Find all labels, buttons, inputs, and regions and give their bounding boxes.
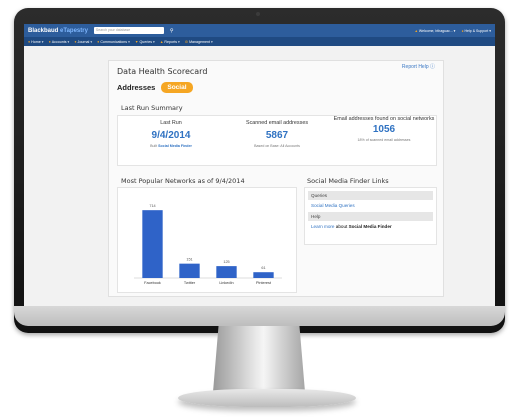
scorecard-tabs: Addresses Social [117,82,193,93]
finder-links-card: Queries Social Media Queries Help Learn … [304,187,437,245]
bar-facebook[interactable] [142,210,163,278]
queries-row: Social Media Queries [308,200,433,211]
brand-logo[interactable]: Blackbaud eTapestry [28,28,88,34]
nav-item-journal[interactable]: ●Journal▾ [74,40,92,44]
tick-label-facebook: Facebook [144,281,161,285]
chevron-down-icon: ▾ [41,39,44,44]
about-text: about [335,224,348,229]
finder-links-title: Social Media Finder Links [307,177,389,185]
chevron-down-icon: ▾ [128,39,130,44]
monitor-base [178,389,356,407]
camera-dot [256,12,260,16]
nav-label: Accounts [51,39,67,44]
accounts-icon: ● [48,39,51,44]
data-label-linkedin: 125 [223,260,229,264]
chevron-down-icon: ▾ [211,39,213,44]
finder-help-link[interactable]: Social Media Finder [349,224,392,229]
social-media-queries-link[interactable]: Social Media Queries [311,203,355,208]
chevron-down-icon: ▾ [178,39,180,44]
brand-product: eTapestry [60,27,88,34]
bar-linkedin[interactable] [216,266,237,278]
bar-twitter[interactable] [179,263,200,278]
tick-label-twitter: Twitter [184,281,196,285]
tab-social[interactable]: Social [161,82,193,93]
journal-icon: ● [74,39,77,44]
nav-label: Management [189,39,211,44]
nav-item-queries[interactable]: ▼Queries▾ [135,40,155,44]
chevron-down-icon: ▾ [67,39,70,44]
scanned-value: 5867 [265,130,289,141]
last-run-note: Built Social Media Finder [118,144,224,148]
found-value: 1056 [372,124,396,135]
page-title: Data Health Scorecard [117,67,208,76]
nav-label: Communications [100,39,128,44]
help-support-menu[interactable]: Help & Support ▾ [461,29,491,33]
scanned-note: Based on Base: All Accounts [254,144,300,148]
nav-label: Home [31,39,41,44]
popular-networks-chart: 714 Facebook 151 Twitter 125 LinkedIn 61 Pinter… [117,187,297,293]
brand-name: Blackbaud [28,27,59,34]
monitor-bezel: Blackbaud eTapestry Search your database… [14,8,505,333]
queries-icon: ▼ [134,39,139,44]
found-stat: Email addresses found on social networks… [331,116,437,142]
monitor-chin [14,306,505,326]
last-run-label: Last Run [160,120,182,126]
data-label-pinterest: 61 [261,266,265,270]
learn-more-link[interactable]: Learn more [311,224,335,229]
chevron-down-icon: ▾ [90,39,93,44]
nav-item-reports[interactable]: ▲Reports▾ [160,40,180,44]
popular-networks-title: Most Popular Networks as of 9/4/2014 [121,177,245,185]
tick-label-linkedin: LinkedIn [219,281,233,285]
report-help-link[interactable]: Report Help ⓘ [402,63,435,70]
summary-title: Last Run Summary [121,104,183,112]
data-label-facebook: 714 [149,204,155,208]
data-label-twitter: 151 [186,258,192,262]
bar-pinterest[interactable] [253,272,274,278]
help-header: Help [308,212,433,221]
last-run-stat: Last Run 9/4/2014 Built Social Media Fin… [118,120,224,148]
help-row: Learn more about Social Media Finder [308,221,433,232]
search-icon[interactable]: ⚲ [170,28,174,34]
top-bar: Blackbaud eTapestry Search your database… [24,24,495,37]
nav-item-home[interactable]: ●Home▾ [28,40,44,44]
nav-item-management[interactable]: ⚙Management▾ [185,40,213,44]
home-icon: ● [28,39,31,44]
queries-header: Queries [308,191,433,200]
tick-label-pinterest: Pinterest [256,281,272,285]
tab-addresses[interactable]: Addresses [117,83,155,92]
nav-label: Journal [77,39,90,44]
scanned-label: Scanned email addresses [245,120,309,126]
nav-label: Reports [164,39,178,44]
social-media-finder-link[interactable]: Social Media Finder [158,144,192,148]
bar-chart-svg: 714 Facebook 151 Twitter 125 LinkedIn 61 Pinter… [134,204,282,285]
welcome-menu[interactable]: Welcome, bthaguac... ▾ [414,29,456,33]
communications-icon: ● [97,39,100,44]
screen: Blackbaud eTapestry Search your database… [24,24,495,316]
found-label: Email addresses found on social networks [333,116,435,122]
monitor-stand [213,326,305,392]
nav-label: Queries [139,39,153,44]
last-run-value: 9/4/2014 [151,130,191,141]
nav-item-accounts[interactable]: ●Accounts▾ [49,40,70,44]
nav-item-communications[interactable]: ●Communications▾ [97,40,130,44]
search-input[interactable]: Search your database [93,27,164,34]
main-nav: ●Home▾ ●Accounts▾ ●Journal▾ ●Communicati… [24,37,495,46]
chevron-down-icon: ▾ [153,39,155,44]
scanned-stat: Scanned email addresses 5867 Based on Ba… [224,120,330,148]
found-note: 18% of scanned email addresses [357,138,411,142]
scorecard-panel: Data Health Scorecard Report Help ⓘ Addr… [108,60,444,297]
reports-icon: ▲ [159,39,164,44]
management-icon: ⚙ [184,39,189,44]
summary-card: Last Run 9/4/2014 Built Social Media Fin… [117,115,437,166]
last-run-note-prefix: Built [150,144,158,148]
